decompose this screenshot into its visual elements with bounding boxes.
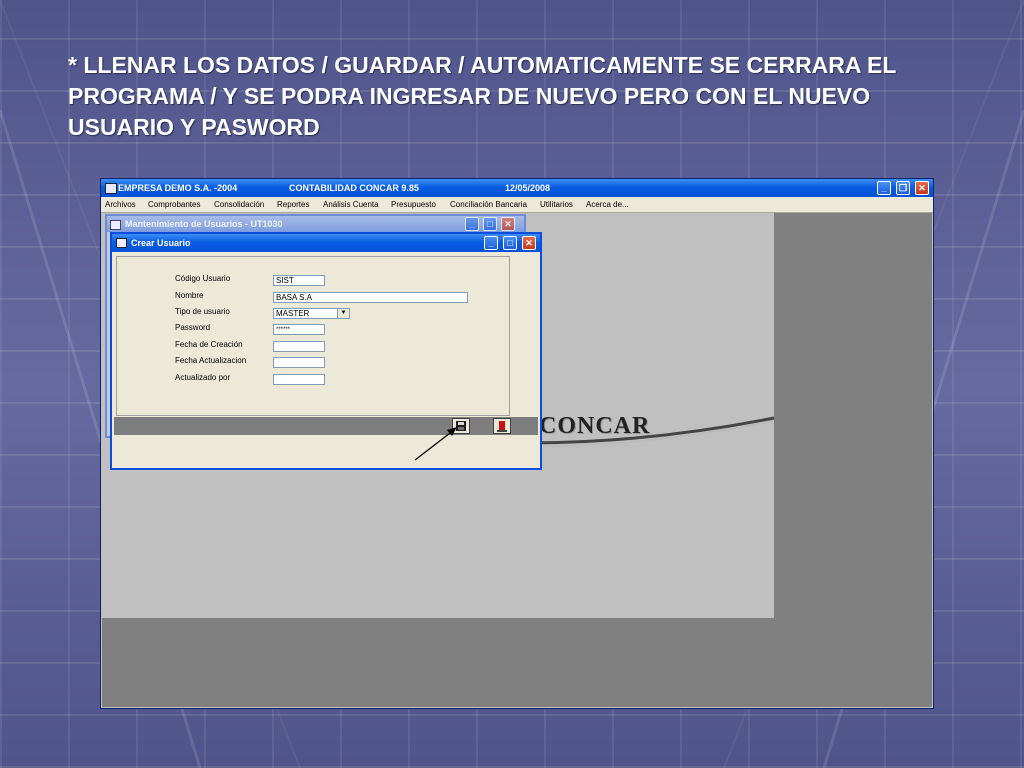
tipo-usuario-label: Tipo de usuario: [175, 307, 230, 316]
maximize-icon[interactable]: □: [503, 236, 517, 250]
create-user-title: Crear Usuario: [131, 238, 191, 248]
app-icon: [105, 183, 117, 194]
maximize-icon[interactable]: □: [483, 217, 497, 231]
fecha-actualizacion-input[interactable]: [273, 357, 325, 368]
restore-icon[interactable]: ❐: [896, 181, 910, 195]
tipo-usuario-value: MASTER: [276, 309, 310, 318]
menu-reportes[interactable]: Reportes: [277, 197, 309, 212]
close-icon[interactable]: ✕: [915, 181, 929, 195]
exit-button[interactable]: [493, 418, 511, 434]
nombre-label: Nombre: [175, 291, 204, 300]
user-maintenance-title: Mantenimiento de Usuarios - UT1030: [125, 219, 283, 229]
password-input[interactable]: ******: [273, 324, 325, 335]
chevron-down-icon[interactable]: ▼: [337, 309, 349, 318]
close-icon[interactable]: ✕: [501, 217, 515, 231]
app-titlebar[interactable]: EMPRESA DEMO S.A. -2004 CONTABILIDAD CON…: [101, 179, 933, 197]
menu-acerca-de[interactable]: Acerca de...: [586, 197, 629, 212]
actualizado-por-input[interactable]: [273, 374, 325, 385]
nombre-input[interactable]: BASA S.A: [273, 292, 468, 303]
tipo-usuario-select[interactable]: MASTER ▼: [273, 308, 350, 319]
create-user-dialog: Crear Usuario _ □ ✕ Código Usuario SIST …: [110, 232, 542, 470]
menu-presupuesto[interactable]: Presupuesto: [391, 197, 436, 212]
window-icon: [116, 238, 127, 248]
menu-bar: Archivos Comprobantes Consolidación Repo…: [101, 197, 933, 213]
fecha-creacion-input[interactable]: [273, 341, 325, 352]
fecha-creacion-label: Fecha de Creación: [175, 340, 243, 349]
menu-utilitarios[interactable]: Utilitarios: [540, 197, 573, 212]
minimize-icon[interactable]: _: [465, 217, 479, 231]
exit-door-icon: [497, 421, 507, 432]
password-label: Password: [175, 323, 211, 332]
user-maintenance-titlebar[interactable]: Mantenimiento de Usuarios - UT1030 _ □ ✕: [107, 216, 524, 232]
minimize-icon[interactable]: _: [484, 236, 498, 250]
codigo-usuario-input[interactable]: SIST: [273, 275, 325, 286]
menu-archivos[interactable]: Archivos: [105, 197, 136, 212]
annotation-arrow: [414, 427, 457, 461]
minimize-icon[interactable]: _: [877, 181, 891, 195]
mdi-empty-right: [774, 213, 932, 618]
menu-consolidacion[interactable]: Consolidación: [214, 197, 264, 212]
app-title-date: 12/05/2008: [505, 183, 551, 193]
close-icon[interactable]: ✕: [522, 236, 536, 250]
concar-logo: CONCAR: [539, 413, 651, 439]
app-title-module: CONTABILIDAD CONCAR 9.85: [289, 183, 419, 193]
slide-title: * LLENAR LOS DATOS / GUARDAR / AUTOMATIC…: [68, 52, 897, 140]
create-user-titlebar[interactable]: Crear Usuario _ □ ✕: [112, 234, 540, 252]
menu-conciliacion-bancaria[interactable]: Conciliación Bancaria: [450, 197, 527, 212]
user-form-panel: Código Usuario SIST Nombre BASA S.A Tipo…: [116, 256, 510, 416]
menu-comprobantes[interactable]: Comprobantes: [148, 197, 200, 212]
codigo-usuario-label: Código Usuario: [175, 274, 231, 283]
window-icon: [110, 220, 121, 230]
actualizado-por-label: Actualizado por: [175, 373, 231, 382]
mdi-empty-bottom: [102, 618, 932, 707]
menu-analisis-cuenta[interactable]: Análisis Cuenta: [323, 197, 379, 212]
dialog-toolbar: [114, 417, 538, 435]
fecha-actualizacion-label: Fecha Actualizacion: [175, 356, 247, 365]
app-title-company: EMPRESA DEMO S.A. -2004: [118, 183, 238, 193]
